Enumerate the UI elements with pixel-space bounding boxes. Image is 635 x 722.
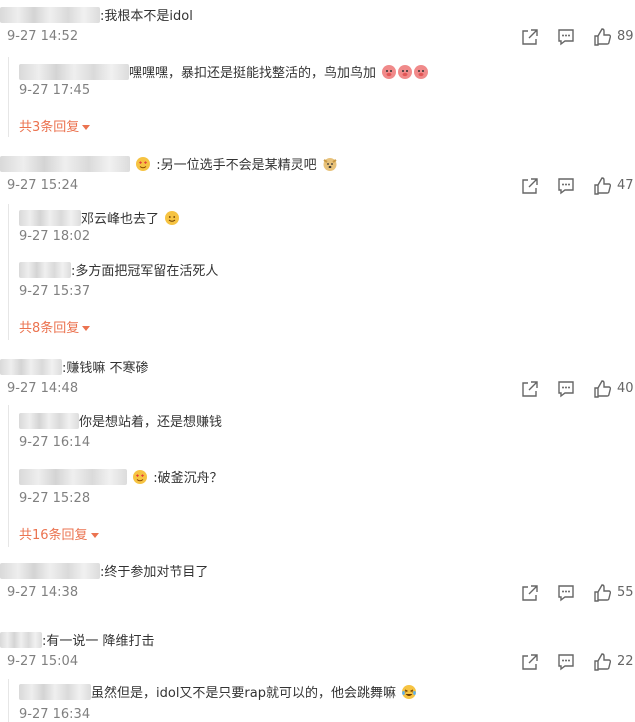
like-count: 55 [617,585,634,600]
comment-icon[interactable] [556,176,576,196]
share-icon[interactable] [520,652,540,672]
pig-emoji-icon [398,64,413,79]
reply-text: 虽然但是，idol又不是只要rap就可以的，他会跳舞嘛 [91,686,396,701]
author-name[interactable] [0,6,100,23]
reply-list: 邓云峰也去了 9-27 18:02 :多方面把冠军留在活死人 9-27 15:3… [8,204,629,340]
reply-time: 9-27 15:28 [19,491,91,506]
like-count: 89 [617,29,634,44]
laugh-cry-emoji-icon [402,684,417,699]
share-icon[interactable] [520,379,540,399]
caret-down-icon [82,326,91,331]
pig-emoji-icon [414,64,429,79]
smile-emoji-icon [165,210,180,225]
reply-text: 嘿嘿嘿，暴扣还是挺能找整活的，鸟加鸟加 [129,66,377,81]
comment-icon[interactable] [556,583,576,603]
thumbs-up-icon[interactable] [592,379,612,399]
pig-emoji-icon [382,64,397,79]
more-label: 共8条回复 [19,321,80,336]
author-name[interactable] [0,562,100,579]
comment-icon[interactable] [556,379,576,399]
like-count: 40 [617,381,634,396]
heart-eyes-emoji-icon [133,469,148,484]
author-name[interactable] [19,683,91,700]
author-name[interactable] [19,63,129,80]
share-icon[interactable] [520,176,540,196]
comment-text: :赚钱嘛 不寒碜 [62,361,149,376]
more-label: 共16条回复 [19,528,88,543]
comment-text: :有一说一 降维打击 [42,634,155,649]
author-name[interactable] [0,631,42,648]
doge-emoji-icon [323,157,337,171]
more-label: 共3条回复 [19,120,80,135]
thumbs-up-icon[interactable] [592,176,612,196]
author-name[interactable] [0,358,62,375]
reply-time: 9-27 17:45 [19,83,91,98]
like-count: 47 [617,178,634,193]
share-icon[interactable] [520,27,540,47]
reply-list: 你是想站着，还是想赚钱 9-27 16:14 :破釜沉舟？ 9-27 15:28… [8,405,629,547]
thumbs-up-icon[interactable] [592,583,612,603]
heart-eyes-emoji-icon [136,156,151,171]
author-name[interactable] [19,468,127,485]
author-name[interactable] [19,412,79,429]
author-name[interactable] [19,209,81,226]
reply-text: 你是想站着，还是想赚钱 [79,415,223,430]
like-count: 22 [617,654,634,669]
reply-text: 邓云峰也去了 [81,212,160,227]
comment-text: :我根本不是idol [100,9,193,24]
comment-text: :另一位选手不会是某精灵吧 [156,158,317,173]
view-more-replies[interactable]: 共16条回复 [19,524,99,543]
comment-icon[interactable] [556,27,576,47]
thumbs-up-icon[interactable] [592,27,612,47]
view-more-replies[interactable]: 共8条回复 [19,317,91,336]
thumbs-up-icon[interactable] [592,652,612,672]
reply-time: 9-27 16:34 [19,707,91,722]
reply-time: 9-27 18:02 [19,229,91,244]
comment-icon[interactable] [556,652,576,672]
author-name[interactable] [19,261,71,278]
author-name[interactable] [0,155,130,172]
reply-text: :多方面把冠军留在活死人 [71,264,219,279]
reply-time: 9-27 15:37 [19,284,91,299]
caret-down-icon [82,125,91,130]
view-more-replies[interactable]: 共3条回复 [19,116,91,135]
caret-down-icon [90,533,99,538]
reply-list: 嘿嘿嘿，暴扣还是挺能找整活的，鸟加鸟加 9-27 17:45 共3条回复 [8,57,629,137]
reply-list: 虽然但是，idol又不是只要rap就可以的，他会跳舞嘛 9-27 16:34 [8,679,629,722]
reply-text: :破釜沉舟？ [153,471,223,486]
share-icon[interactable] [520,583,540,603]
comment-text: :终于参加对节目了 [100,565,209,580]
reply-time: 9-27 16:14 [19,435,91,450]
